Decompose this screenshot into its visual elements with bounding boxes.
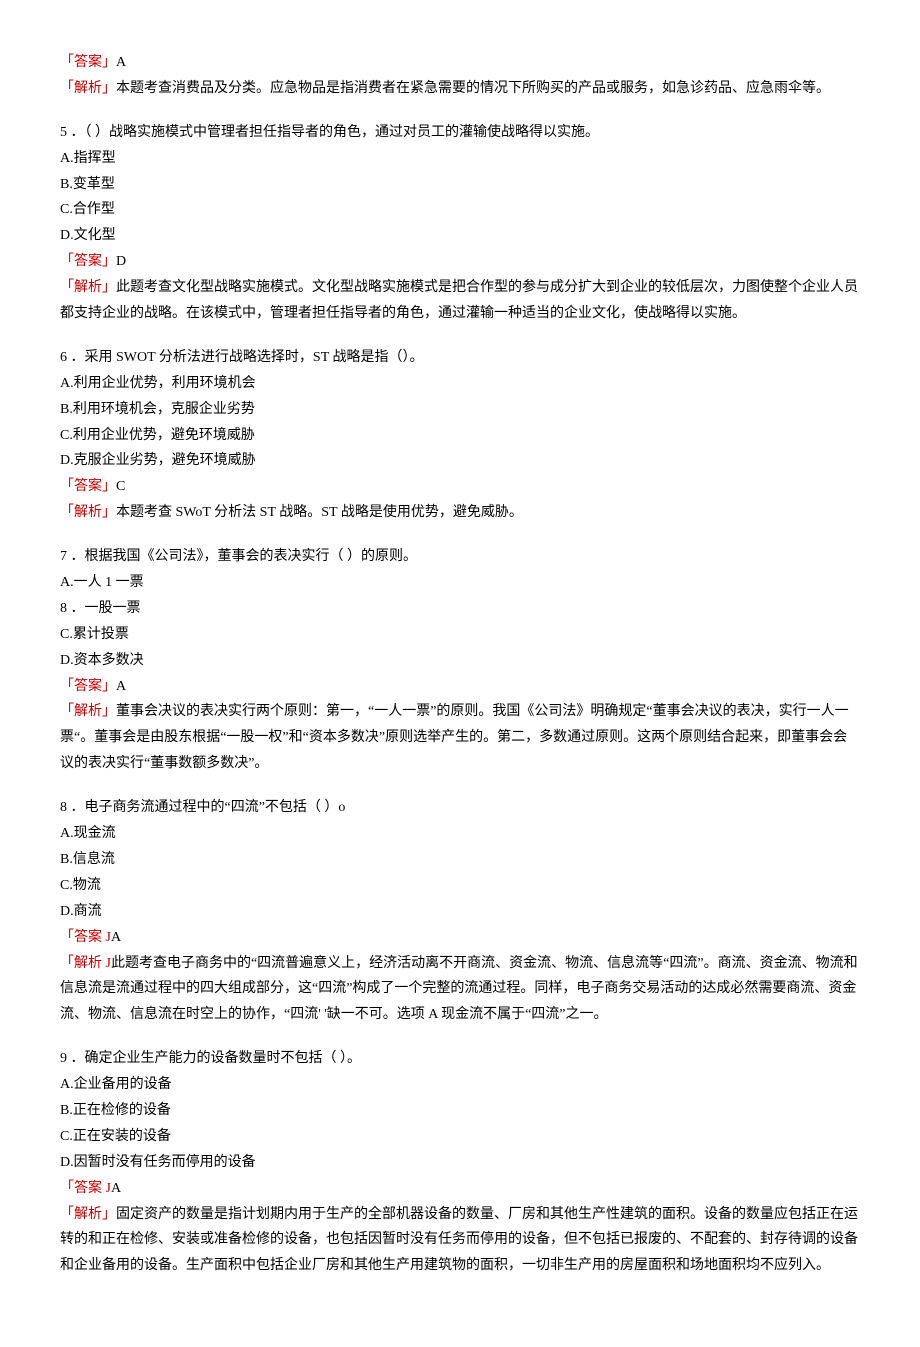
option-a: A.利用企业优势，利用环境机会 bbox=[60, 371, 860, 397]
question-stem: 5 ．（ ）战略实施模式中管理者担任指导者的角色，通过对员工的灌输使战略得以实施… bbox=[60, 120, 860, 146]
option-c: C.累计投票 bbox=[60, 622, 860, 648]
option-a: A.指挥型 bbox=[60, 146, 860, 172]
option-d: D.克服企业劣势，避免环境威胁 bbox=[60, 448, 860, 474]
analysis-text: 本题考查 SWoT 分析法 ST 战略。ST 战略是使用优势，避免威胁。 bbox=[116, 505, 523, 520]
option-d: D.商流 bbox=[60, 899, 860, 925]
option-b-line: 8 ．一股一票 bbox=[60, 596, 860, 622]
option-d: D.文化型 bbox=[60, 223, 860, 249]
option-d: D.资本多数决 bbox=[60, 648, 860, 674]
option-a: A.一人 1 一票 bbox=[60, 570, 860, 596]
question-4-tail: 「答案」A 「解析」本题考查消费品及分类。应急物品是指消费者在紧急需要的情况下所… bbox=[60, 50, 860, 102]
analysis-label: 「解析」 bbox=[60, 280, 116, 295]
answer-label: 「答案」 bbox=[60, 679, 116, 694]
answer-value: D bbox=[116, 254, 126, 269]
analysis-label: 「解析」 bbox=[60, 505, 116, 520]
answer-value: A bbox=[111, 930, 121, 945]
question-7: 7 ．根据我国《公司法》，董事会的表决实行（ ）的原则。 A.一人 1 一票 8… bbox=[60, 544, 860, 777]
analysis-label: 「解析」 bbox=[60, 1207, 116, 1222]
analysis-text: 董事会决议的表决实行两个原则：第一，“一人一票”的原则。我国《公司法》明确规定“… bbox=[60, 704, 849, 771]
question-5: 5 ．（ ）战略实施模式中管理者担任指导者的角色，通过对员工的灌输使战略得以实施… bbox=[60, 120, 860, 327]
option-c: C.合作型 bbox=[60, 197, 860, 223]
analysis-line: 「解析」本题考查 SWoT 分析法 ST 战略。ST 战略是使用优势，避免威胁。 bbox=[60, 500, 860, 526]
option-c: C.正在安装的设备 bbox=[60, 1124, 860, 1150]
question-6: 6 ．采用 SWOT 分析法进行战略选择时，ST 战略是指（）。 A.利用企业优… bbox=[60, 345, 860, 526]
analysis-line: 「解析 J此题考查电子商务中的“四流普遍意义上，经济活动离不开商流、资金流、物流… bbox=[60, 951, 860, 1029]
question-9: 9 ．确定企业生产能力的设备数量时不包括（ ）。 A.企业备用的设备 B.正在检… bbox=[60, 1046, 860, 1279]
option-c: C.物流 bbox=[60, 873, 860, 899]
answer-label: 「答案 J bbox=[60, 1181, 111, 1196]
option-a: A.企业备用的设备 bbox=[60, 1072, 860, 1098]
option-b: B.变革型 bbox=[60, 172, 860, 198]
answer-line: 「答案」A bbox=[60, 50, 860, 76]
option-b: B.信息流 bbox=[60, 847, 860, 873]
answer-line: 「答案」C bbox=[60, 474, 860, 500]
analysis-line: 「解析」此题考查文化型战略实施模式。文化型战略实施模式是把合作型的参与成分扩大到… bbox=[60, 275, 860, 327]
analysis-text: 本题考查消费品及分类。应急物品是指消费者在紧急需要的情况下所购买的产品或服务，如… bbox=[116, 81, 830, 96]
question-stem: 9 ．确定企业生产能力的设备数量时不包括（ ）。 bbox=[60, 1046, 860, 1072]
answer-label: 「答案」 bbox=[60, 479, 116, 494]
answer-line: 「答案 JA bbox=[60, 925, 860, 951]
analysis-label: 「解析 J bbox=[60, 956, 111, 971]
option-b: B.利用环境机会，克服企业劣势 bbox=[60, 397, 860, 423]
question-stem: 7 ．根据我国《公司法》，董事会的表决实行（ ）的原则。 bbox=[60, 544, 860, 570]
analysis-line: 「解析」本题考查消费品及分类。应急物品是指消费者在紧急需要的情况下所购买的产品或… bbox=[60, 76, 860, 102]
option-b: B.正在检修的设备 bbox=[60, 1098, 860, 1124]
option-c: C.利用企业优势，避免环境威胁 bbox=[60, 423, 860, 449]
analysis-text: 此题考查电子商务中的“四流普遍意义上，经济活动离不开商流、资金流、物流、信息流等… bbox=[60, 956, 858, 1023]
answer-line: 「答案」D bbox=[60, 249, 860, 275]
answer-label: 「答案 J bbox=[60, 930, 111, 945]
question-8: 8 ．电子商务流通过程中的“四流”不包括（ ）o A.现金流 B.信息流 C.物… bbox=[60, 795, 860, 1028]
analysis-line: 「解析」固定资产的数量是指计划期内用于生产的全部机器设备的数量、厂房和其他生产性… bbox=[60, 1202, 860, 1280]
analysis-line: 「解析」董事会决议的表决实行两个原则：第一，“一人一票”的原则。我国《公司法》明… bbox=[60, 699, 860, 777]
answer-line: 「答案」A bbox=[60, 674, 860, 700]
answer-line: 「答案 JA bbox=[60, 1176, 860, 1202]
option-a: A.现金流 bbox=[60, 821, 860, 847]
analysis-label: 「解析」 bbox=[60, 704, 116, 719]
analysis-label: 「解析」 bbox=[60, 81, 116, 96]
answer-value: A bbox=[116, 679, 126, 694]
analysis-text: 固定资产的数量是指计划期内用于生产的全部机器设备的数量、厂房和其他生产性建筑的面… bbox=[60, 1207, 858, 1274]
question-stem: 6 ．采用 SWOT 分析法进行战略选择时，ST 战略是指（）。 bbox=[60, 345, 860, 371]
analysis-text: 此题考查文化型战略实施模式。文化型战略实施模式是把合作型的参与成分扩大到企业的较… bbox=[60, 280, 858, 321]
question-stem: 8 ．电子商务流通过程中的“四流”不包括（ ）o bbox=[60, 795, 860, 821]
option-d: D.因暂时没有任务而停用的设备 bbox=[60, 1150, 860, 1176]
answer-label: 「答案」 bbox=[60, 254, 116, 269]
answer-value: A bbox=[116, 55, 126, 70]
answer-label: 「答案」 bbox=[60, 55, 116, 70]
answer-value: C bbox=[116, 479, 125, 494]
answer-value: A bbox=[111, 1181, 121, 1196]
